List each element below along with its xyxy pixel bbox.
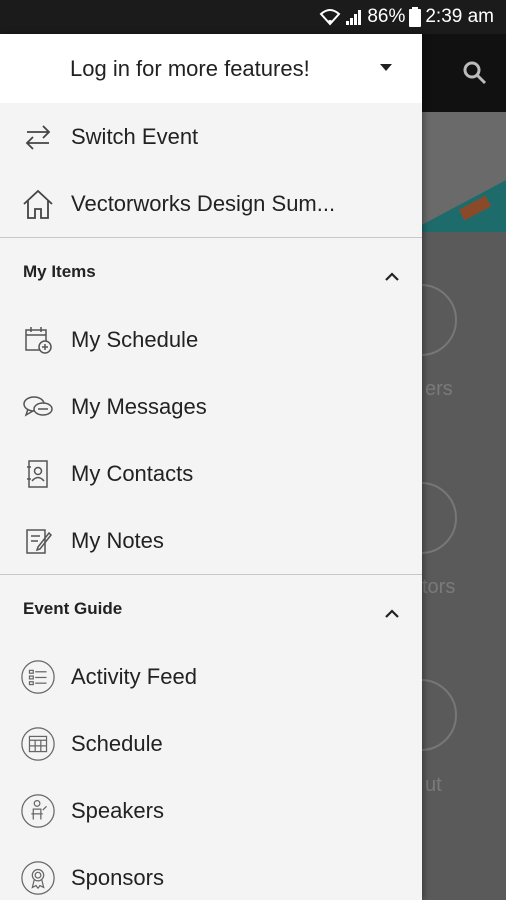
chevron-up-icon xyxy=(384,603,400,623)
switch-event-label: Switch Event xyxy=(71,123,199,149)
activity-feed-label: Activity Feed xyxy=(71,663,197,689)
schedule-item[interactable]: Schedule xyxy=(0,710,422,777)
event-home-item[interactable]: Vectorworks Design Sum... xyxy=(0,170,422,237)
my-contacts-item[interactable]: My Contacts xyxy=(0,440,422,507)
chat-bubbles-icon xyxy=(20,389,56,425)
dropdown-caret-icon xyxy=(380,64,392,71)
schedule-label: Schedule xyxy=(71,730,163,756)
activity-feed-icon xyxy=(20,659,56,695)
speaker-icon xyxy=(20,793,56,829)
sponsors-item[interactable]: Sponsors xyxy=(0,844,422,900)
my-schedule-item[interactable]: My Schedule xyxy=(0,306,422,373)
clock: 2:39 am xyxy=(425,6,494,27)
sponsors-label: Sponsors xyxy=(71,864,164,890)
section-title: Event Guide xyxy=(23,599,123,618)
calendar-add-icon xyxy=(20,322,56,358)
note-edit-icon xyxy=(20,523,56,559)
switch-arrows-icon xyxy=(20,119,56,155)
ribbon-award-icon xyxy=(20,860,56,896)
navigation-drawer: Log in for more features! Switch Event V… xyxy=(0,34,422,900)
search-icon[interactable] xyxy=(462,60,488,91)
my-notes-label: My Notes xyxy=(71,527,164,553)
section-my-items[interactable]: My Items xyxy=(0,238,422,306)
tile-label: ers xyxy=(425,378,453,400)
tile-label: ut xyxy=(425,774,442,796)
status-bar: 86% 2:39 am xyxy=(0,0,506,34)
login-header[interactable]: Log in for more features! xyxy=(0,34,422,103)
my-schedule-label: My Schedule xyxy=(71,326,199,352)
login-prompt: Log in for more features! xyxy=(70,55,310,81)
battery-icon xyxy=(409,7,422,27)
event-name-label: Vectorworks Design Sum... xyxy=(71,190,336,216)
tile-label: tors xyxy=(422,576,456,598)
my-notes-item[interactable]: My Notes xyxy=(0,507,422,574)
switch-event-item[interactable]: Switch Event xyxy=(0,103,422,170)
home-icon xyxy=(20,186,56,222)
chevron-up-icon xyxy=(384,266,400,286)
section-event-guide[interactable]: Event Guide xyxy=(0,575,422,643)
contact-card-icon xyxy=(20,456,56,492)
wifi-icon xyxy=(319,8,341,26)
my-contacts-label: My Contacts xyxy=(71,460,194,486)
calendar-icon xyxy=(20,726,56,762)
battery-percentage: 86% xyxy=(367,6,406,27)
signal-icon xyxy=(345,8,363,26)
activity-feed-item[interactable]: Activity Feed xyxy=(0,643,422,710)
my-messages-label: My Messages xyxy=(71,393,207,419)
my-messages-item[interactable]: My Messages xyxy=(0,373,422,440)
speakers-item[interactable]: Speakers xyxy=(0,777,422,844)
speakers-label: Speakers xyxy=(71,797,164,823)
section-title: My Items xyxy=(23,262,96,281)
